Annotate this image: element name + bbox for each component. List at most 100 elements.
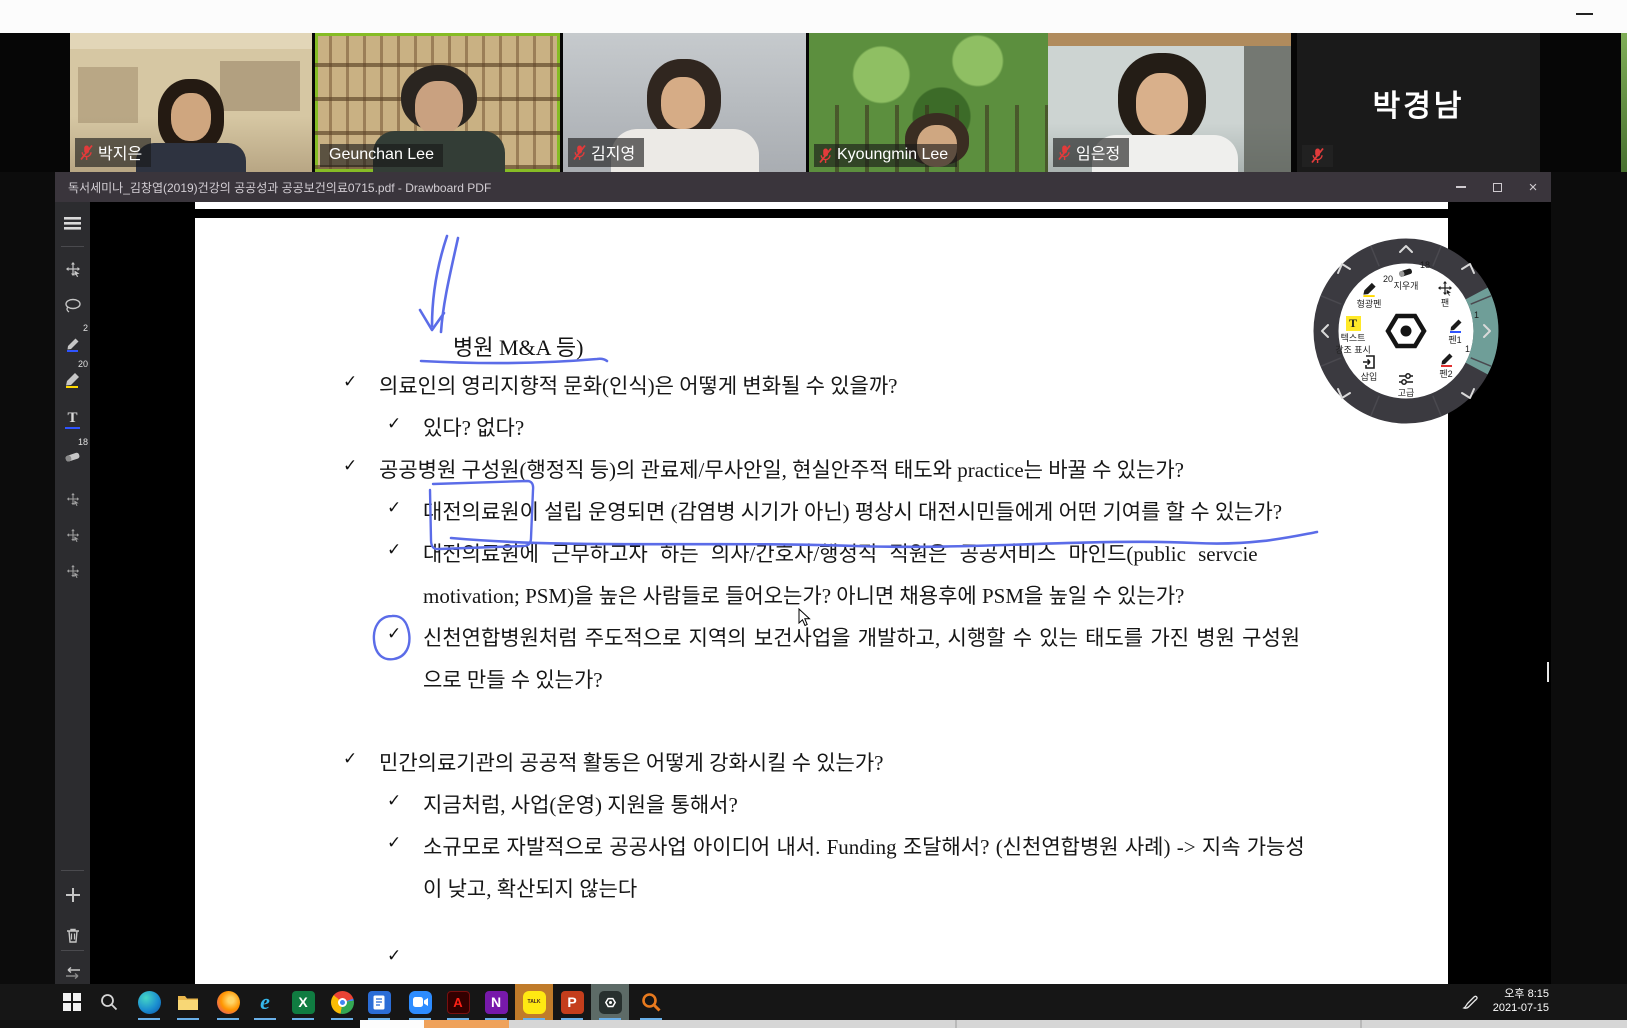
shelf-decor <box>1244 46 1291 172</box>
scrollbar-fragment <box>1547 662 1549 682</box>
excel-icon: X <box>292 991 315 1014</box>
check-bullet: ✓ <box>343 456 357 476</box>
radial-item-text-highlight[interactable]: T 텍스트 강조 표시 <box>1327 316 1379 355</box>
doc-line: 으로 만들 수 있는가? <box>195 664 1448 694</box>
onenote-icon: N <box>485 991 508 1014</box>
pan-cursor-icon[interactable] <box>55 558 90 584</box>
screen: 박지은 Geunchan Lee 김지영 <box>0 0 1627 1028</box>
window-edge-orange <box>424 1020 509 1028</box>
doc-heading: 병원 M&A 등) <box>453 330 583 362</box>
check-bullet: ✓ <box>387 624 401 644</box>
participant-name: Geunchan Lee <box>329 146 434 164</box>
taskbar-zoom[interactable] <box>401 984 439 1020</box>
taskbar-file-explorer[interactable] <box>169 984 207 1020</box>
taskbar-powerpoint[interactable]: P <box>553 984 591 1020</box>
pan-tool-icon[interactable] <box>55 256 90 282</box>
taskbar-kakaotalk[interactable]: TALK <box>515 984 553 1020</box>
zoom-icon <box>409 991 432 1014</box>
participant-name: Kyoungmin Lee <box>837 146 948 164</box>
minimize-dash-icon[interactable] <box>1576 13 1593 15</box>
add-icon[interactable] <box>55 882 90 908</box>
muted-mic-icon <box>1058 144 1071 161</box>
doc-line: ✓ 대전의료원이 설립 운영되면 (감염병 시기가 아닌) 평상시 대전시민들에… <box>195 496 1448 526</box>
doc-line: ✓ 의료인의 영리지향적 문화(인식)은 어떻게 변화될 수 있을까? <box>195 370 1448 400</box>
eraser-tool-icon[interactable]: 18 <box>55 444 90 470</box>
check-bullet: ✓ <box>343 372 357 392</box>
menu-icon[interactable] <box>55 210 90 236</box>
taskbar-firefox[interactable] <box>209 984 247 1020</box>
swap-arrows-icon[interactable] <box>55 960 90 986</box>
muted-mic-icon <box>80 144 93 161</box>
stylus-indicator-icon[interactable] <box>1462 993 1479 1015</box>
pan-cursor-icon[interactable] <box>55 486 90 512</box>
video-tile[interactable]: Geunchan Lee <box>315 33 560 172</box>
radial-item-insert[interactable]: 삽입 <box>1343 354 1395 382</box>
radial-item-pan[interactable]: 팬 <box>1419 280 1471 308</box>
trash-icon[interactable] <box>55 922 90 948</box>
divider <box>61 870 84 871</box>
windows-logo-icon <box>63 993 81 1011</box>
radial-tool-menu[interactable]: 20 형광펜 18 지우개 팬 1 펜1 1 펜2 고급 삽입 <box>1311 236 1501 426</box>
taskbar-search-button[interactable] <box>90 984 128 1020</box>
window-close-button[interactable]: × <box>1515 172 1551 202</box>
taskbar-office-document[interactable] <box>360 984 398 1020</box>
text-tool-icon[interactable]: T <box>55 406 90 432</box>
participant-label: Kyoungmin Lee <box>814 144 957 167</box>
video-tile[interactable]: 임은정 <box>1048 33 1291 172</box>
taskbar-onenote[interactable]: N <box>477 984 515 1020</box>
doc-line: motivation; PSM)을 높은 사람들로 들어오는가? 아니면 채용후… <box>195 580 1448 610</box>
windows-start-button[interactable] <box>53 984 91 1020</box>
meeting-top-bar <box>0 0 1627 33</box>
taskbar-clock[interactable]: 오후 8:15 2021-07-15 <box>1493 987 1549 1015</box>
pen-badge: 2 <box>83 323 88 333</box>
edge-divider <box>955 1020 957 1028</box>
powerpoint-icon: P <box>561 991 584 1014</box>
tool-sidebar: 2 20 T 18 <box>55 202 90 984</box>
taskbar-excel[interactable]: X <box>284 984 322 1020</box>
doc-line: ✓ 대전의료원에 근무하고자 하는 의사/간호사/행정직 직원은 공공서비스 마… <box>195 538 1448 568</box>
taskbar-acrobat[interactable]: A <box>439 984 477 1020</box>
window-controls: × <box>1443 172 1551 202</box>
doc-line: ✓ 민간의료기관의 공공적 활동은 어떻게 강화시킬 수 있는가? <box>195 747 1448 777</box>
radial-item-pen1[interactable]: 1 펜1 <box>1429 316 1481 345</box>
participant-label: 박지은 <box>75 138 151 167</box>
insert-icon <box>1361 354 1377 370</box>
taskbar-edge[interactable] <box>130 984 168 1020</box>
video-tile[interactable]: 김지영 <box>563 33 806 172</box>
pen-tool-icon[interactable]: 2 <box>55 330 90 356</box>
doc-line: 이 낮고, 확산되지 않는다 <box>195 873 1448 903</box>
highlighter-tool-icon[interactable]: 20 <box>55 366 90 392</box>
edge-icon <box>138 991 161 1014</box>
muted-mic-icon <box>573 144 586 161</box>
internet-explorer-icon: e <box>254 991 277 1014</box>
shelf-decor <box>220 61 300 111</box>
window-title: 독서세미나_김창엽(2019)건강의 공공성과 공공보건의료0715.pdf -… <box>55 179 491 196</box>
doc-line: ✓ <box>195 944 1448 974</box>
pdf-page[interactable]: 병원 M&A 등) ✓ 의료인의 영리지향적 문화(인식)은 어떻게 변화될 수… <box>195 218 1448 984</box>
participant-name: 임은정 <box>1076 140 1120 164</box>
taskbar-drawboard[interactable] <box>591 984 629 1020</box>
highlighter-icon <box>1361 280 1378 297</box>
video-tile[interactable]: 박경남 <box>1297 33 1540 172</box>
pdf-window-titlebar[interactable]: 독서세미나_김창엽(2019)건강의 공공성과 공공보건의료0715.pdf -… <box>55 172 1551 202</box>
window-restore-button[interactable] <box>1479 172 1515 202</box>
text-highlight-icon: T <box>1346 316 1361 331</box>
window-minimize-button[interactable] <box>1443 172 1479 202</box>
kakaotalk-icon: TALK <box>523 991 546 1014</box>
doc-line: ✓ 소규모로 자발적으로 공공사업 아이디어 내서. Funding 조달해서?… <box>195 831 1448 861</box>
taskbar-magnifier-tool[interactable] <box>632 984 670 1020</box>
acrobat-icon: A <box>447 991 470 1014</box>
taskbar-chrome[interactable] <box>323 984 361 1020</box>
video-tile[interactable]: Kyoungmin Lee <box>809 33 1050 172</box>
partial-video-tile <box>1621 33 1627 172</box>
window-edge-gray <box>509 1020 1627 1028</box>
pan-cursor-icon[interactable] <box>55 522 90 548</box>
sliders-icon <box>1398 372 1414 386</box>
doc-line: ✓ 공공병원 구성원(행정직 등)의 관료제/무사안일, 현실안주적 태도와 p… <box>195 454 1448 484</box>
doc-line: ✓ 있다? 없다? <box>195 412 1448 442</box>
taskbar-internet-explorer[interactable]: e <box>246 984 284 1020</box>
window-edge-white <box>360 1020 424 1028</box>
edge-divider <box>1360 1020 1362 1028</box>
lasso-tool-icon[interactable] <box>55 292 90 318</box>
video-tile[interactable]: 박지은 <box>70 33 312 172</box>
